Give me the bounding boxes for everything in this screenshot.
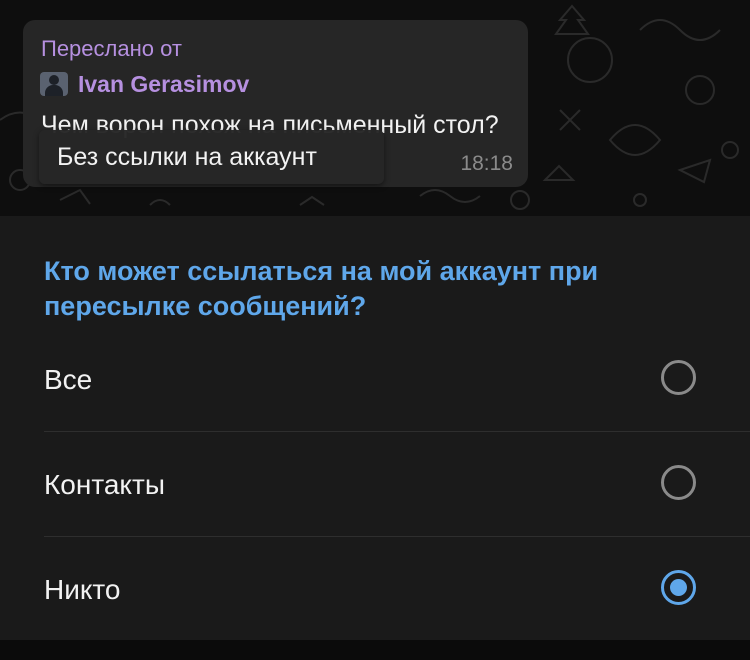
bottom-edge (0, 640, 750, 660)
option-nobody[interactable]: Никто (0, 538, 750, 642)
message-time: 18:18 (460, 152, 513, 175)
option-label: Никто (44, 574, 121, 605)
author-avatar (40, 72, 68, 96)
author-name: Ivan Gerasimov (78, 70, 250, 97)
forwarding-privacy-settings: Кто может ссылаться на мой аккаунт при п… (0, 216, 750, 640)
forwarded-author[interactable]: Ivan Gerasimov (40, 70, 249, 98)
radio-button-selected[interactable] (661, 570, 696, 605)
no-link-tooltip: Без ссылки на аккаунт (39, 130, 384, 184)
option-label: Все (44, 364, 93, 395)
option-everybody[interactable]: Все (0, 328, 750, 432)
radio-button[interactable] (661, 360, 696, 395)
divider (44, 536, 750, 537)
radio-button[interactable] (661, 465, 696, 500)
option-contacts[interactable]: Контакты (0, 433, 750, 537)
option-label: Контакты (44, 469, 165, 500)
divider (44, 431, 750, 432)
radio-selected-dot (670, 579, 687, 596)
screen: Переслано от Ivan Gerasimov Чем ворон по… (0, 0, 750, 660)
section-title: Кто может ссылаться на мой аккаунт при п… (44, 256, 599, 321)
forwarded-from-label: Переслано от (41, 36, 182, 61)
chat-area: Переслано от Ivan Gerasimov Чем ворон по… (0, 0, 750, 216)
